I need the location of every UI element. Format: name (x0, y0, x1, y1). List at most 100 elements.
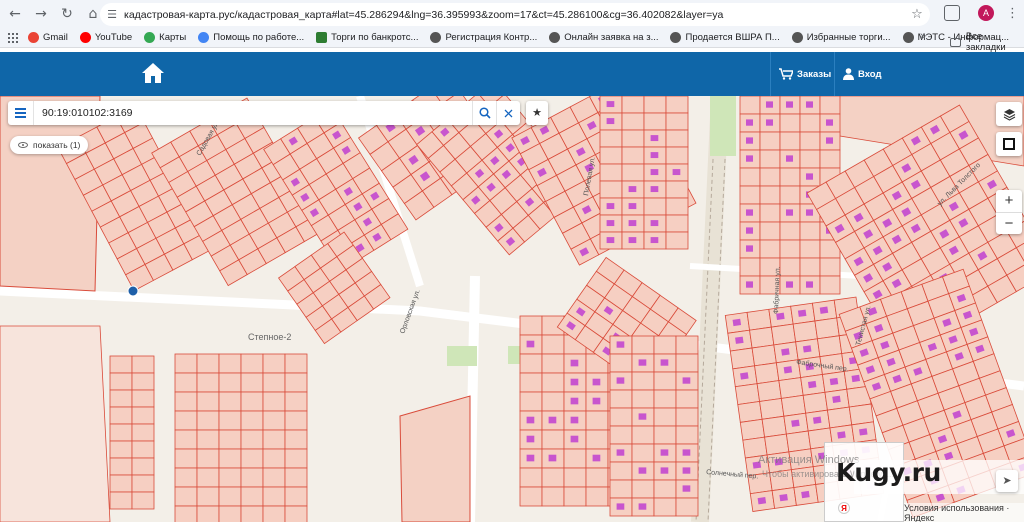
parcel[interactable] (609, 389, 633, 409)
parcel[interactable] (284, 448, 308, 469)
parcel[interactable] (262, 467, 286, 488)
all-bookmarks[interactable]: Все закладки (950, 31, 1024, 53)
parcel[interactable] (675, 425, 699, 445)
parcel[interactable] (109, 474, 133, 493)
parcel[interactable] (284, 486, 308, 507)
parcel[interactable] (131, 474, 155, 493)
parcel[interactable] (665, 129, 689, 148)
parcel[interactable] (621, 112, 645, 131)
parcel[interactable] (799, 113, 821, 133)
favorite-star-icon[interactable]: ★ (526, 101, 548, 125)
parcel[interactable] (196, 410, 220, 431)
browser-menu-icon[interactable]: ⋮ (1006, 5, 1019, 21)
parcel[interactable] (759, 131, 781, 151)
parcel[interactable] (739, 167, 761, 187)
parcel[interactable] (599, 146, 623, 165)
parcel[interactable] (764, 433, 790, 456)
parcel[interactable] (541, 334, 565, 355)
parcel[interactable] (563, 448, 587, 469)
parcel[interactable] (737, 401, 763, 423)
parcel[interactable] (599, 180, 623, 199)
parcel[interactable] (802, 391, 828, 414)
parcel[interactable] (631, 389, 655, 409)
parcel[interactable] (240, 448, 264, 469)
parcel[interactable] (621, 96, 645, 114)
parcel[interactable] (174, 448, 198, 469)
parcel[interactable] (240, 410, 264, 431)
parcel[interactable] (218, 505, 242, 522)
parcel[interactable] (519, 372, 543, 393)
parcel[interactable] (621, 146, 645, 165)
parcel[interactable] (519, 315, 543, 336)
parcel[interactable] (799, 149, 821, 169)
parcel[interactable] (729, 347, 756, 370)
parcel[interactable] (675, 407, 699, 427)
parcel[interactable] (799, 239, 821, 259)
parcel[interactable] (109, 440, 133, 459)
bookmark-online-request[interactable]: Онлайн заявка на з... (549, 32, 658, 43)
parcel[interactable] (240, 353, 264, 374)
show-results-button[interactable]: показать (1) (10, 136, 89, 154)
parcel[interactable] (563, 486, 587, 507)
parcel[interactable] (675, 335, 699, 355)
search-icon[interactable] (472, 101, 496, 125)
parcel[interactable] (196, 353, 220, 374)
back-icon[interactable]: ← (4, 3, 26, 25)
bookmark-star-icon[interactable]: ☆ (904, 7, 930, 22)
layers-icon[interactable] (996, 102, 1022, 126)
parcel[interactable] (819, 96, 841, 115)
parcel[interactable] (665, 214, 689, 233)
parcel[interactable] (819, 257, 841, 277)
cadastral-map[interactable]: Степное-2 Фабричная ул. Садовая ул. Орло… (0, 96, 1024, 522)
parcel[interactable] (174, 429, 198, 450)
parcel[interactable] (665, 112, 689, 131)
parcel[interactable] (109, 355, 133, 374)
parcel[interactable] (799, 221, 821, 241)
parcel[interactable] (609, 353, 633, 373)
parcel[interactable] (519, 467, 543, 488)
parcel[interactable] (621, 129, 645, 148)
parcel[interactable] (653, 335, 677, 355)
parcel[interactable] (756, 380, 782, 402)
parcel[interactable] (653, 497, 677, 517)
yandex-icon[interactable]: Я (838, 502, 850, 514)
parcel[interactable] (284, 353, 308, 374)
parcel[interactable] (284, 410, 308, 431)
parcel[interactable] (218, 410, 242, 431)
parcel[interactable] (109, 457, 133, 476)
parcel[interactable] (751, 344, 777, 367)
parcel[interactable] (541, 486, 565, 507)
parcel[interactable] (174, 372, 198, 393)
parcel[interactable] (819, 275, 841, 295)
parcel[interactable] (174, 353, 198, 374)
parcel[interactable] (675, 497, 699, 517)
parcel[interactable] (653, 389, 677, 409)
parcel[interactable] (109, 423, 133, 442)
parcel[interactable] (174, 391, 198, 412)
parcel[interactable] (131, 457, 155, 476)
parcel[interactable] (778, 377, 804, 399)
zoom-in-button[interactable]: + (996, 190, 1022, 212)
parcel[interactable] (643, 197, 667, 216)
parcel[interactable] (262, 372, 286, 393)
parcel[interactable] (631, 443, 655, 463)
parcel[interactable] (262, 429, 286, 450)
parcel[interactable] (739, 96, 761, 115)
parcel[interactable] (848, 403, 874, 426)
parcel[interactable] (196, 372, 220, 393)
profile-avatar[interactable]: A (978, 5, 994, 21)
parcel[interactable] (779, 221, 801, 241)
parcel[interactable] (609, 479, 633, 499)
parcel[interactable] (541, 353, 565, 374)
parcel[interactable] (665, 96, 689, 114)
parcel[interactable] (109, 372, 133, 391)
parcel[interactable] (826, 406, 853, 429)
parcel[interactable] (262, 353, 286, 374)
parcel[interactable] (218, 391, 242, 412)
parcel[interactable] (665, 231, 689, 250)
parcel[interactable] (284, 467, 308, 488)
parcel[interactable] (631, 335, 655, 355)
parcel[interactable] (785, 430, 812, 453)
parcel[interactable] (653, 407, 677, 427)
parcel[interactable] (792, 320, 818, 343)
